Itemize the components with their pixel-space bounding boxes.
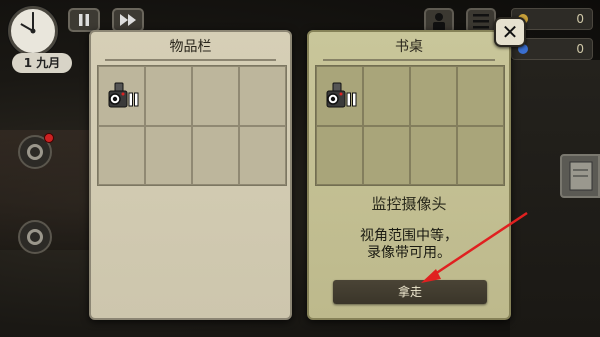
pause-icon bbox=[79, 14, 89, 26]
notification-dot bbox=[44, 133, 54, 143]
take-button[interactable]: 拿走 bbox=[333, 280, 487, 304]
journal-tab[interactable] bbox=[560, 154, 600, 198]
inventory-slot[interactable] bbox=[98, 125, 145, 185]
title-divider bbox=[105, 59, 276, 61]
inventory-title: 物品栏 bbox=[169, 39, 212, 55]
desk-slot[interactable] bbox=[457, 125, 504, 185]
inventory-grid bbox=[97, 65, 287, 186]
gear-icon bbox=[27, 144, 43, 160]
inventory-slot[interactable] bbox=[239, 66, 286, 126]
desk-grid bbox=[315, 65, 505, 186]
list-icon bbox=[473, 14, 489, 29]
person-icon bbox=[433, 13, 445, 31]
close-button[interactable]: ✕ bbox=[494, 17, 526, 47]
title-divider bbox=[323, 59, 495, 61]
face-button[interactable] bbox=[18, 220, 52, 254]
clock-icon bbox=[8, 6, 58, 56]
desk-slot[interactable] bbox=[410, 125, 457, 185]
fast-forward-icon bbox=[120, 14, 136, 26]
item-name: 监控摄像头 bbox=[371, 195, 447, 213]
desk-slot[interactable] bbox=[363, 125, 410, 185]
date-badge: 1 九月 bbox=[12, 53, 72, 73]
inventory-slot[interactable] bbox=[98, 66, 145, 126]
desk-slot[interactable] bbox=[410, 66, 457, 126]
inventory-slot[interactable] bbox=[192, 66, 239, 126]
face-icon bbox=[27, 229, 43, 245]
camera-icon bbox=[108, 82, 139, 108]
fast-forward-button[interactable] bbox=[112, 8, 144, 32]
inventory-slot[interactable] bbox=[239, 125, 286, 185]
gear-menu-button[interactable] bbox=[18, 133, 54, 169]
pause-button[interactable] bbox=[68, 8, 100, 32]
inventory-slot[interactable] bbox=[145, 125, 192, 185]
inventory-slot[interactable] bbox=[145, 66, 192, 126]
desk-slot[interactable] bbox=[363, 66, 410, 126]
camera-icon bbox=[326, 82, 357, 108]
desk-panel: 书桌 监控摄像头 视角范围中等， 录像带可用。 拿走 bbox=[307, 30, 511, 320]
desk-slot[interactable] bbox=[316, 66, 363, 126]
item-description: 视角范围中等， 录像带可用。 bbox=[360, 228, 458, 261]
desk-title: 书桌 bbox=[395, 39, 423, 55]
inventory-slot[interactable] bbox=[192, 125, 239, 185]
inventory-panel: 物品栏 bbox=[89, 30, 292, 320]
notebook-icon bbox=[569, 161, 593, 191]
close-icon: ✕ bbox=[501, 20, 519, 44]
desk-slot[interactable] bbox=[457, 66, 504, 126]
desk-slot[interactable] bbox=[316, 125, 363, 185]
